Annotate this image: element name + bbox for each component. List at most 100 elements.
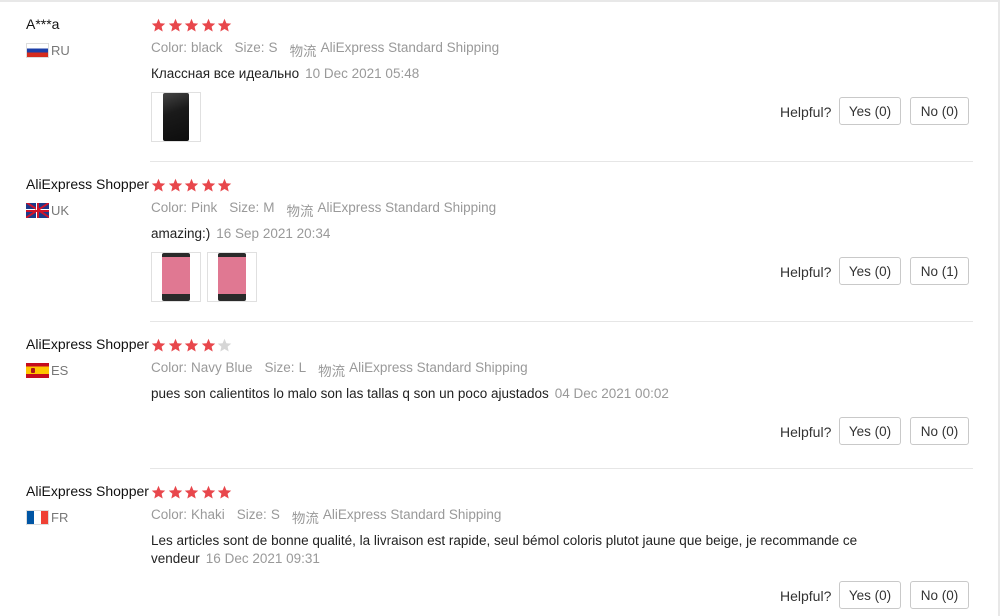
star-filled-icon [168, 485, 183, 500]
comment-text: pues son calientitos lo malo son las tal… [151, 386, 549, 401]
star-filled-icon [217, 485, 232, 500]
color-label: Color: [151, 40, 188, 55]
star-rating [151, 485, 234, 500]
helpful-label: Helpful? [780, 104, 832, 120]
review-comment: amazing:) 16 Sep 2021 20:34 [151, 225, 891, 243]
helpful-yes-button[interactable]: Yes (0) [839, 417, 901, 445]
uk-flag-icon [26, 203, 49, 218]
color-label: Color: [151, 200, 188, 215]
helpful-yes-button[interactable]: Yes (0) [839, 581, 901, 609]
russia-flag-icon [26, 43, 49, 58]
shipping-value: AliExpress Standard Shipping [320, 40, 500, 55]
star-filled-icon [168, 178, 183, 193]
helpful-yes-button[interactable]: Yes (0) [839, 257, 901, 285]
shipping-value: AliExpress Standard Shipping [317, 200, 497, 215]
review-date: 16 Sep 2021 20:34 [216, 226, 331, 241]
review-divider [150, 468, 973, 469]
helpful-no-button[interactable]: No (0) [910, 417, 969, 445]
country-code: FR [51, 510, 69, 525]
size-label: Size: [234, 40, 265, 55]
star-filled-icon [168, 18, 183, 33]
helpful-no-button[interactable]: No (1) [910, 257, 969, 285]
comment-text: Классная все идеально [151, 66, 300, 81]
size-label: Size: [229, 200, 260, 215]
star-filled-icon [201, 338, 216, 353]
star-filled-icon [217, 178, 232, 193]
review-comment: pues son calientitos lo malo son las tal… [151, 385, 891, 403]
star-filled-icon [217, 18, 232, 33]
top-border [0, 0, 1000, 2]
size-value: S [268, 40, 278, 55]
star-filled-icon [184, 485, 199, 500]
star-filled-icon [201, 178, 216, 193]
review-date: 10 Dec 2021 05:48 [305, 66, 420, 81]
black-hoodie-photo [163, 93, 189, 141]
shipping-value: AliExpress Standard Shipping [322, 507, 502, 522]
color-label: Color: [151, 507, 188, 522]
star-rating [151, 18, 234, 33]
size-value: L [298, 360, 307, 375]
pink-hoodie-photo-2 [218, 253, 246, 301]
comment-text: amazing:) [151, 226, 211, 241]
shipping-value: AliExpress Standard Shipping [349, 360, 528, 375]
star-filled-icon [168, 338, 183, 353]
star-filled-icon [151, 18, 166, 33]
review-attributes: Color: Navy Blue Size: L 物流 AliExpress S… [151, 360, 528, 380]
star-filled-icon [151, 338, 166, 353]
reviewer-country: ES [26, 363, 68, 378]
spain-flag-icon [26, 363, 49, 378]
reviewer-country: RU [26, 43, 70, 58]
shipping-label: 物流 [286, 204, 314, 219]
review-comment: Les articles sont de bonne qualité, la l… [151, 532, 881, 568]
star-filled-icon [151, 178, 166, 193]
reviewer-name: A***a [26, 16, 60, 32]
helpful-label: Helpful? [780, 424, 832, 440]
star-filled-icon [184, 338, 199, 353]
star-filled-icon [151, 485, 166, 500]
star-rating [151, 338, 234, 353]
star-filled-icon [184, 178, 199, 193]
review-photo-thumbnail[interactable] [207, 252, 257, 302]
shipping-label: 物流 [291, 511, 319, 526]
color-value: black [191, 40, 223, 55]
review-date: 16 Dec 2021 09:31 [205, 551, 320, 566]
reviewer-name: AliExpress Shopper [26, 176, 149, 192]
star-filled-icon [201, 18, 216, 33]
review-divider [150, 161, 973, 162]
country-code: ES [51, 363, 69, 378]
review-photo-thumbnail[interactable] [151, 92, 201, 142]
color-label: Color: [151, 360, 188, 375]
size-label: Size: [236, 507, 267, 522]
star-empty-icon [217, 338, 232, 353]
size-label: Size: [264, 360, 295, 375]
review-attributes: Color: Pink Size: M 物流 AliExpress Standa… [151, 200, 496, 220]
reviewer-country: FR [26, 510, 68, 525]
helpful-no-button[interactable]: No (0) [910, 581, 969, 609]
color-value: Khaki [191, 507, 225, 522]
star-filled-icon [201, 485, 216, 500]
reviewer-name: AliExpress Shopper [26, 483, 149, 499]
color-value: Navy Blue [191, 360, 253, 375]
review-attributes: Color: black Size: S 物流 AliExpress Stand… [151, 40, 499, 60]
size-value: S [270, 507, 280, 522]
size-value: M [263, 200, 275, 215]
review-attributes: Color: Khaki Size: S 物流 AliExpress Stand… [151, 507, 501, 527]
review-divider [150, 321, 973, 322]
country-code: RU [51, 43, 70, 58]
review-comment: Классная все идеально 10 Dec 2021 05:48 [151, 65, 891, 83]
helpful-label: Helpful? [780, 588, 832, 604]
review-list: A***a RU Color: black Size: S 物流 AliExpr… [0, 0, 1000, 616]
reviewer-country: UK [26, 203, 69, 218]
helpful-no-button[interactable]: No (0) [910, 97, 969, 125]
pink-hoodie-photo-1 [162, 253, 190, 301]
color-value: Pink [191, 200, 218, 215]
france-flag-icon [26, 510, 49, 525]
helpful-yes-button[interactable]: Yes (0) [839, 97, 901, 125]
review-date: 04 Dec 2021 00:02 [554, 386, 669, 401]
star-rating [151, 178, 234, 193]
shipping-label: 物流 [289, 44, 317, 59]
helpful-label: Helpful? [780, 264, 832, 280]
reviewer-name: AliExpress Shopper [26, 336, 149, 352]
review-photo-thumbnail[interactable] [151, 252, 201, 302]
star-filled-icon [184, 18, 199, 33]
